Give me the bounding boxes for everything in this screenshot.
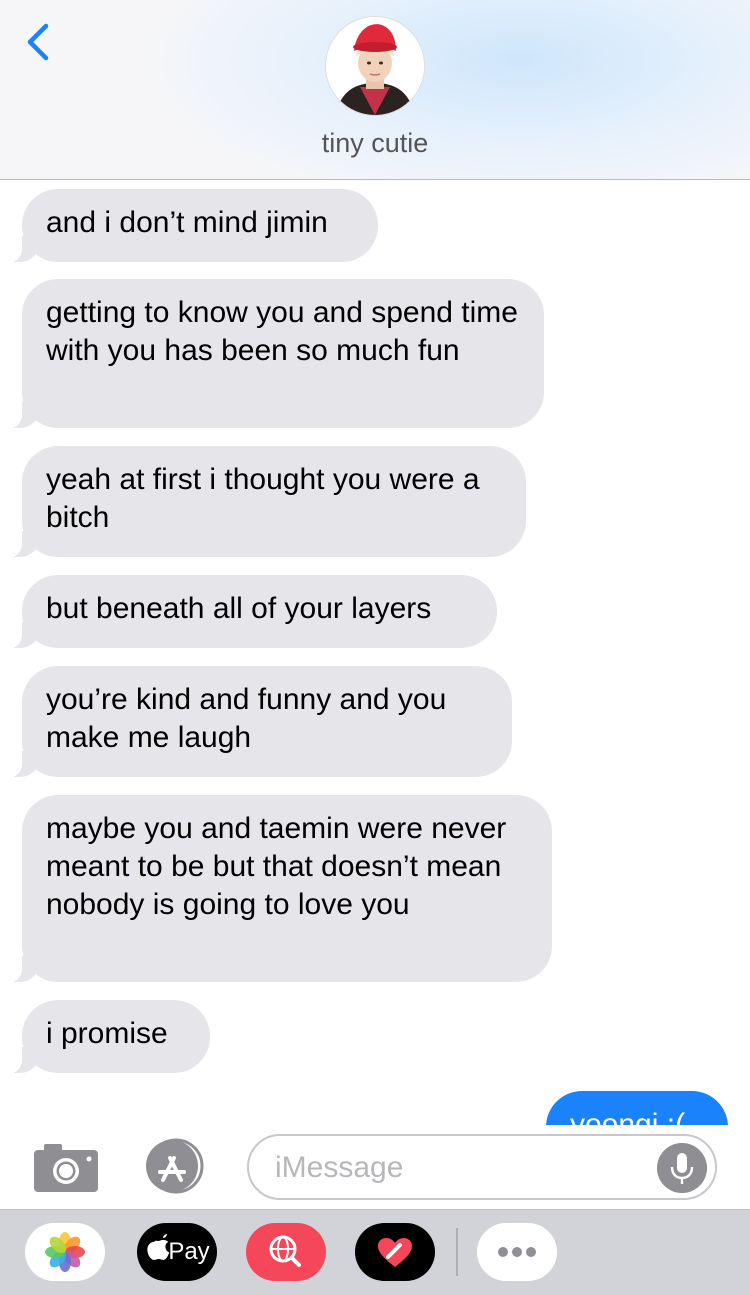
dock-divider [456,1228,458,1276]
microphone-icon[interactable] [657,1143,707,1193]
incoming-message-bubble[interactable]: getting to know you and spend time with … [0,279,544,429]
message-text: maybe you and taemin were never meant to… [46,812,507,921]
conversation-header: tiny cutie [0,0,750,180]
apple-pay-app-button[interactable]: Pay [137,1223,217,1281]
message-text: yoongi :( [570,1108,686,1125]
camera-icon[interactable] [32,1140,100,1194]
imessage-app-drawer: Pay [0,1209,750,1295]
message-text: getting to know you and spend time with … [46,296,518,367]
message-text: and i don’t mind jimin [46,206,328,239]
outgoing-message-bubble[interactable]: yoongi :( [546,1091,728,1125]
heart-icon [378,1238,412,1267]
message-text: yeah at first i thought you were a bitch [46,463,480,534]
message-text: you’re kind and funny and you make me la… [46,683,447,754]
message-list: and i don’t mind jimin getting to know y… [0,180,750,1125]
incoming-message-bubble[interactable]: maybe you and taemin were never meant to… [0,795,552,983]
incoming-message-bubble[interactable]: you’re kind and funny and you make me la… [0,666,512,778]
image-search-app-button[interactable] [246,1223,326,1281]
photos-app-button[interactable] [25,1223,105,1281]
message-input[interactable] [273,1136,657,1200]
contact-avatar[interactable] [326,17,424,115]
message-text: but beneath all of your layers [46,592,432,625]
incoming-message-bubble[interactable]: yeah at first i thought you were a bitch [0,446,526,558]
incoming-message-bubble[interactable]: i promise [0,1000,210,1074]
photos-flower-icon [45,1232,85,1272]
contact-name[interactable]: tiny cutie [0,128,750,159]
ellipsis-icon [498,1247,536,1257]
globe-search-icon [269,1235,301,1267]
message-text: i promise [46,1017,168,1050]
compose-bar [0,1125,750,1209]
digital-touch-app-button[interactable] [355,1223,435,1281]
avatar-photo [326,17,424,115]
message-input-field[interactable] [247,1134,717,1200]
apple-pay-label: Pay [168,1238,210,1265]
app-store-icon[interactable] [138,1138,214,1194]
incoming-message-bubble[interactable]: but beneath all of your layers [0,575,497,649]
incoming-message-bubble[interactable]: and i don’t mind jimin [0,189,378,263]
more-apps-button[interactable] [477,1223,557,1281]
back-chevron-icon[interactable] [18,20,58,64]
